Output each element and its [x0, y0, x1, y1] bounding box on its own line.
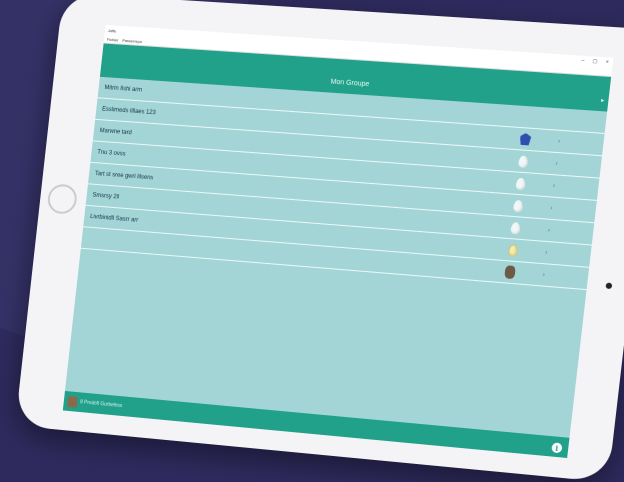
maximize-button[interactable]: ▢	[592, 58, 598, 64]
info-icon[interactable]: i	[551, 442, 563, 454]
photo-icon	[503, 265, 517, 280]
egg-icon	[516, 154, 530, 169]
egg-icon	[513, 176, 527, 191]
chevron-right-icon[interactable]: ›	[542, 272, 545, 278]
status-footer: 8 Prodell Gurbeless i	[62, 390, 570, 459]
close-button[interactable]: ×	[605, 59, 609, 65]
crest-icon	[518, 132, 532, 147]
menu-item-passerrepo[interactable]: Passerrepo	[122, 37, 142, 43]
gold-egg-icon	[506, 242, 520, 257]
egg-icon	[511, 198, 525, 213]
minimize-button[interactable]: –	[581, 58, 585, 64]
window-controls: – ▢ ×	[581, 56, 609, 68]
footer-user-label: 8 Prodell Gurbeless	[79, 399, 123, 410]
egg-icon	[508, 220, 522, 235]
menu-item-fichier[interactable]: Fichier	[107, 36, 119, 42]
page-title: Mon Groupe	[330, 78, 370, 88]
window-title: Jaffe	[107, 27, 117, 33]
group-list: Mitrin Ilshi arm Esslimeds illlaes 123 ›…	[80, 76, 608, 291]
camera-dot	[605, 282, 613, 290]
app-screen: Jaffe – ▢ × Fichier Passerrepo Mon Group…	[62, 24, 614, 459]
avatar[interactable]	[67, 395, 78, 408]
tablet-device: Jaffe – ▢ × Fichier Passerrepo Mon Group…	[15, 0, 624, 482]
header-arrow-icon[interactable]: ▸	[601, 96, 605, 103]
home-button	[46, 183, 79, 215]
